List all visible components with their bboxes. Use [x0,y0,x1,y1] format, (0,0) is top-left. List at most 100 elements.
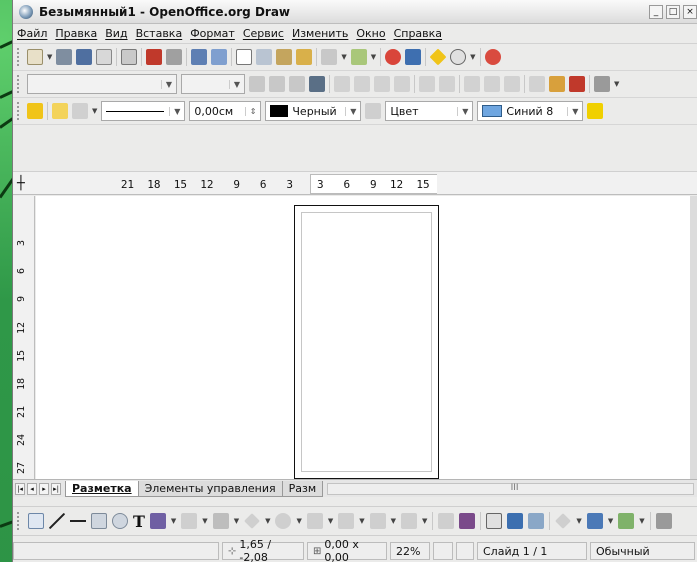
fontwork-icon[interactable] [486,513,503,529]
horizontal-scrollbar[interactable]: III [327,482,694,495]
chevron-down-icon[interactable]: ▼ [457,106,468,116]
menu-edit[interactable]: Правка [55,27,97,40]
area-style-icon[interactable] [365,103,382,119]
format-paintbrush-icon[interactable] [296,49,313,65]
underline-icon[interactable] [289,76,305,92]
line-style-combo[interactable]: ▼ [101,101,186,121]
prev-tab-icon[interactable]: ◂ [27,482,37,495]
paragraph-icon[interactable] [529,76,545,92]
maximize-button[interactable]: □ [666,4,680,19]
tab-layout[interactable]: Разметка [65,480,139,497]
tab-controls[interactable]: Элементы управления [137,480,283,497]
points-icon[interactable] [438,513,455,529]
help-icon[interactable] [484,49,501,65]
symbol-shapes-icon[interactable] [275,513,292,529]
font-color-icon[interactable] [569,76,585,92]
ellipse-tool-icon[interactable] [112,513,128,529]
close-button[interactable]: × [683,4,697,19]
minimize-button[interactable]: _ [649,4,663,19]
shadow-toggle-icon[interactable] [587,103,604,119]
horizontal-ruler[interactable]: ┼ 21 18 15 12 9 6 3 3 6 9 12 15 18 21 24… [13,171,697,195]
align-icon[interactable] [586,513,603,529]
curve-tool-icon[interactable] [149,513,166,529]
arrange-icon[interactable] [618,513,635,529]
chevron-down-icon[interactable]: ▼ [169,106,180,116]
menu-tools[interactable]: Сервис [243,27,284,40]
autospellcheck-icon[interactable] [211,49,228,65]
line-spacing-2-icon[interactable] [504,76,520,92]
cut-icon[interactable] [236,49,253,65]
chevron-down-icon[interactable]: ▼ [228,79,240,89]
line-spacing-1-icon[interactable] [464,76,480,92]
edit-file-icon[interactable] [121,49,138,65]
chevron-down-icon[interactable]: ▼ [160,79,172,89]
line-spacing-15-icon[interactable] [484,76,500,92]
highlight-icon[interactable] [594,76,610,92]
shadow-icon[interactable] [309,76,325,92]
zoom-value[interactable]: 22% [396,545,420,558]
arrow-style-icon[interactable] [72,103,88,119]
new-document-icon[interactable] [27,49,43,65]
navigator-icon[interactable] [405,49,422,65]
menu-format[interactable]: Формат [190,27,235,40]
next-tab-icon[interactable]: ▸ [39,482,49,495]
chevron-down-icon[interactable]: ▼ [345,106,356,116]
menu-insert[interactable]: Вставка [136,27,183,40]
toolbar-handle[interactable] [17,75,21,93]
line-color-combo[interactable]: Черный ▼ [265,101,362,121]
bold-icon[interactable] [249,76,265,92]
font-size-combo[interactable]: ▼ [181,74,245,94]
last-tab-icon[interactable]: ▸| [51,482,61,495]
print-icon[interactable] [166,49,183,65]
ruler-origin-icon[interactable]: ┼ [17,176,25,191]
gluepoints-tool-icon[interactable] [459,513,476,529]
line-tool-icon[interactable] [49,513,65,529]
scroll-thumb-grip[interactable]: III [511,483,519,493]
line-icon[interactable] [52,103,68,119]
text-tool-icon[interactable]: T [133,512,145,531]
redo-icon[interactable] [350,49,367,65]
copy-icon[interactable] [256,49,273,65]
connector-tool-icon[interactable] [181,513,198,529]
block-arrows-icon[interactable] [306,513,323,529]
line-arrow-tool-icon[interactable] [70,513,86,529]
area-style-combo[interactable]: Цвет ▼ [385,101,474,121]
first-tab-icon[interactable]: |◂ [15,482,25,495]
line-width-value[interactable]: 0,00см [194,105,233,118]
toolbar-handle[interactable] [17,512,21,530]
italic-icon[interactable] [269,76,285,92]
menu-file[interactable]: Файл [17,27,47,40]
vertical-ruler[interactable]: 3 6 9 12 15 18 21 24 27 [13,196,35,479]
area-color-combo[interactable]: Синий 8 ▼ [477,101,584,121]
save-icon[interactable] [76,49,93,65]
spin-icon[interactable]: ⇕ [244,106,256,116]
effects-icon[interactable] [555,513,572,529]
drawing-canvas[interactable] [36,196,691,479]
line-width-field[interactable]: 0,00см ⇕ [189,101,262,121]
export-pdf-icon[interactable] [146,49,163,65]
lines-arrows-icon[interactable] [212,513,229,529]
align-right-icon[interactable] [374,76,390,92]
menu-view[interactable]: Вид [105,27,127,40]
email-icon[interactable] [96,49,113,65]
justify-icon[interactable] [394,76,410,92]
toolbar-handle[interactable] [17,48,21,66]
chevron-down-icon[interactable]: ▼ [567,106,578,116]
bullets-icon[interactable] [439,76,455,92]
menu-window[interactable]: Окно [356,27,385,40]
stars-icon[interactable] [401,513,418,529]
gluepoints-icon[interactable] [429,48,447,66]
character-icon[interactable] [549,76,565,92]
zoom-icon[interactable] [450,49,467,65]
vertical-scrollbar[interactable] [690,196,697,479]
callouts-icon[interactable] [369,513,386,529]
styles-icon[interactable] [27,103,43,119]
zoom-field[interactable]: 22% [390,542,430,560]
menu-help[interactable]: Справка [394,27,442,40]
toolbar-handle[interactable] [17,102,21,120]
paste-icon[interactable] [276,49,293,65]
align-left-icon[interactable] [334,76,350,92]
numbering-icon[interactable] [419,76,435,92]
tab-dimension-lines[interactable]: Разм [281,480,324,497]
flowchart-icon[interactable] [338,513,355,529]
